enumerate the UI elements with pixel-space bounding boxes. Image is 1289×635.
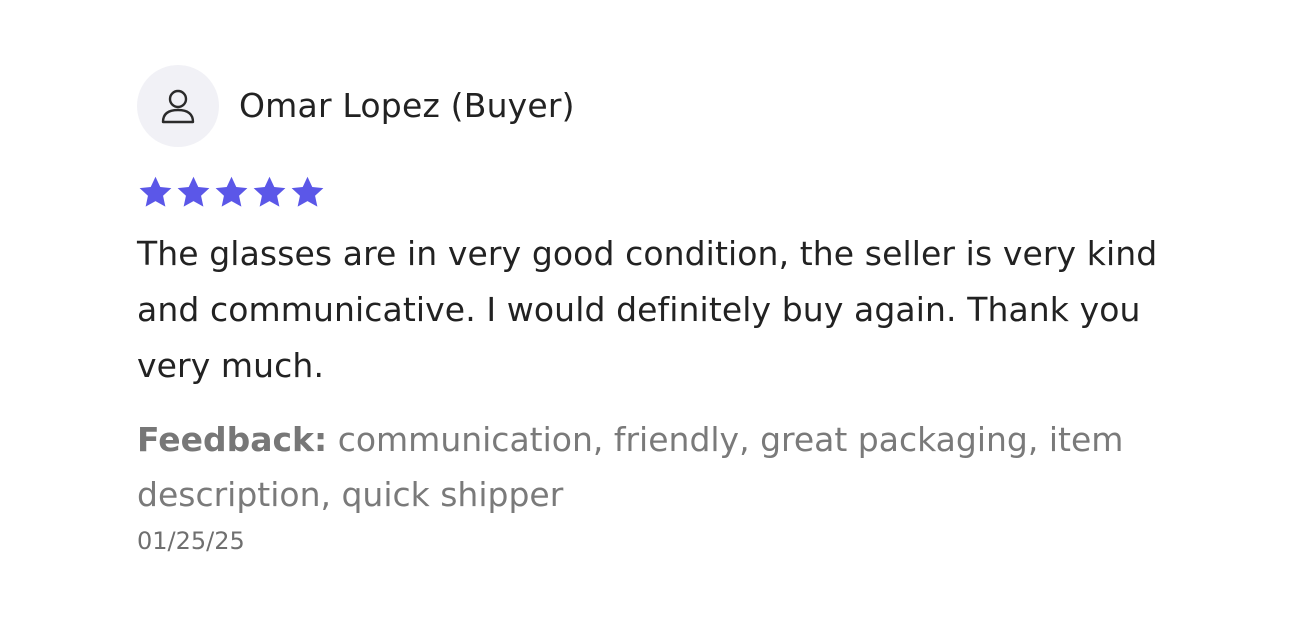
avatar [137,65,219,147]
star-icon [139,176,172,207]
star-icon [253,176,286,207]
star-icon [215,176,248,207]
review-card: Omar Lopez (Buyer) The glasses are in ve… [137,64,1217,556]
review-date: 01/25/25 [137,527,245,555]
review-text: The glasses are in very good condition, … [137,234,1158,385]
user-outline-icon [161,89,195,124]
star-icon [177,176,210,207]
feedback-line: Feedback: communication, friendly, great… [137,412,1197,522]
star-rating [137,172,1217,212]
reviewer-name: Omar Lopez (Buyer) [239,86,575,125]
review-header: Omar Lopez (Buyer) [137,64,1217,148]
feedback-label: Feedback: [137,420,328,459]
star-icon [291,176,324,207]
